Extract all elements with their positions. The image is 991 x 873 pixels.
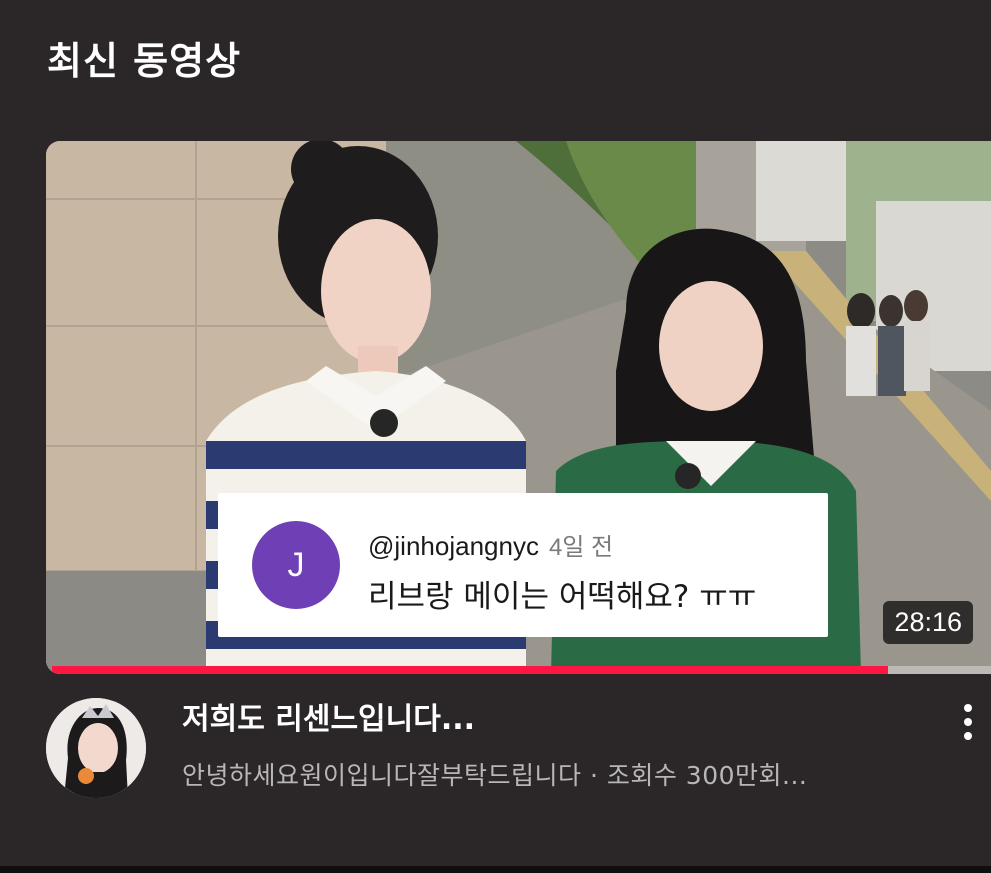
comment-header: @jinhojangnyc 4일 전	[368, 527, 613, 562]
progress-fill	[52, 666, 888, 674]
video-title[interactable]: 저희도 리센느입니다...	[182, 694, 475, 738]
duration-badge: 28:16	[883, 601, 973, 644]
comment-card: J @jinhojangnyc 4일 전 리브랑 메이는 어떡해요? ㅠㅠ	[218, 493, 828, 637]
comment-avatar: J	[252, 521, 340, 609]
progress-bar	[52, 666, 991, 674]
comment-text: 리브랑 메이는 어떡해요? ㅠㅠ	[368, 579, 757, 615]
page: 최신 동영상 J @jinhojangnyc 4일 전 리브랑 메이는 어떡해요…	[0, 0, 991, 873]
comment-time: 4일 전	[548, 534, 614, 561]
bottom-edge	[0, 866, 991, 873]
channel-avatar-image	[46, 698, 146, 798]
video-meta: 안녕하세요원이입니다잘부탁드립니다 · 조회수 300만회...	[182, 761, 808, 790]
channel-avatar[interactable]	[46, 698, 146, 798]
section-title: 최신 동영상	[47, 39, 242, 83]
comment-handle: @jinhojangnyc	[368, 531, 539, 561]
more-options-button[interactable]	[950, 700, 986, 744]
video-thumbnail[interactable]: J @jinhojangnyc 4일 전 리브랑 메이는 어떡해요? ㅠㅠ 28:…	[46, 141, 991, 674]
